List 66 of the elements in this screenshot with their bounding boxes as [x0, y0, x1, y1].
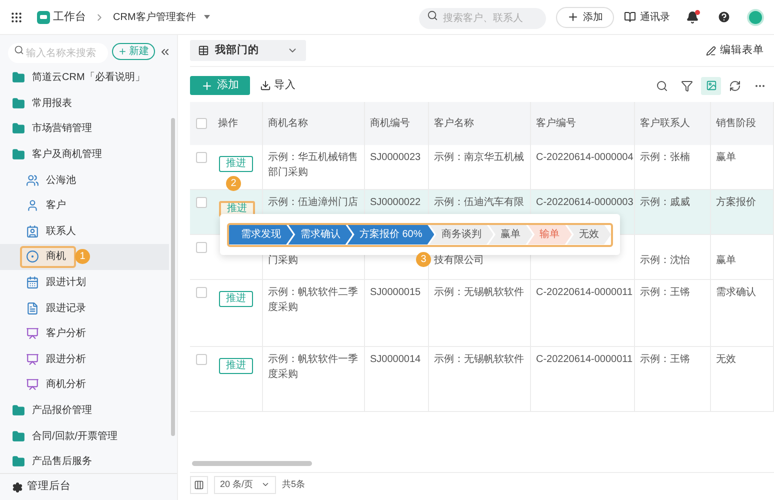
table-cell-text: C-20220614-0000004	[536, 152, 634, 163]
table-cell-text: C-20220614-0000011	[536, 287, 633, 298]
stage-step[interactable]: 需求发现	[229, 224, 294, 244]
sidebar-item[interactable]: 客户	[20, 194, 76, 217]
add-button[interactable]: 添加	[556, 6, 614, 28]
sidebar-item[interactable]: 常用报表	[10, 92, 80, 114]
sidebar-item[interactable]: 简道云CRM「必看说明」	[10, 66, 153, 89]
step-number-badge: 3	[416, 252, 431, 267]
stage-step[interactable]: 赢单	[488, 224, 533, 244]
table-row[interactable]: 推进 示例：帆软软件二季度采购 SJ0000015 示例：无锡帆软软件 C-20220614-0000011 示例：王锵 需求确认	[190, 280, 774, 347]
table-cell-text: 无效	[716, 354, 736, 365]
sidebar-item[interactable]: 跟进计划	[20, 272, 96, 294]
table-cell-text: 赢单	[716, 152, 736, 163]
sidebar-item[interactable]: 商机分析	[20, 374, 96, 396]
import-button[interactable]: 导入	[260, 78, 296, 94]
table-cell-text: 示例：沈怡	[640, 255, 690, 266]
sidebar-item[interactable]: 跟进分析	[20, 348, 96, 370]
menu-search-field[interactable]: 输入名称来搜索	[8, 43, 108, 63]
table-cell-text: C-20220614-0000011	[536, 354, 633, 365]
table-cell-text: 赢单	[716, 255, 736, 266]
table-cell-text: 示例：帆软软件二季度采购	[268, 287, 358, 313]
view-dropdown[interactable]: 我部门的	[190, 40, 306, 61]
table-cell-text: 示例：无锡帆软软件	[434, 354, 524, 365]
contacts-button[interactable]: 通讯录	[624, 10, 670, 24]
table-cell-text: 示例：无锡帆软软件	[434, 287, 524, 298]
table-cell-text: 方案报价	[716, 197, 756, 208]
table-cell-text: SJ0000022	[370, 197, 421, 208]
admin-link[interactable]: 管理后台	[27, 479, 71, 495]
stage-step[interactable]: 需求确认	[288, 224, 352, 244]
table-cell-text: 示例：王锵	[640, 354, 690, 365]
app-title[interactable]: CRM客户管理套件	[113, 10, 196, 24]
sidebar-item[interactable]: 跟进记录	[20, 297, 96, 320]
table-cell-text: 门采购	[268, 255, 298, 266]
edit-form-button[interactable]: 编辑表单	[706, 42, 764, 58]
sidebar-item[interactable]: 公海池	[20, 169, 86, 192]
table-cell-text: SJ0000023	[370, 152, 421, 163]
table-cell-text: 需求确认	[716, 287, 756, 298]
table-cell-text: 示例：帆软软件一季度采购	[268, 354, 358, 380]
stage-step[interactable]: 无效	[566, 224, 611, 244]
sidebar-item[interactable]: 商机	[20, 246, 76, 268]
table-cell-text: SJ0000014	[370, 354, 421, 365]
sidebar-item[interactable]: 产品售后服务	[10, 450, 100, 468]
table-cell-text: 技有限公司	[434, 255, 484, 266]
sidebar-item[interactable]: 客户及商机管理	[10, 144, 110, 166]
step-number-badge: 1	[75, 249, 90, 264]
stage-step[interactable]: 商务谈判	[429, 224, 494, 244]
page-size-dropdown[interactable]: 20 条/页	[214, 476, 276, 494]
sidebar-item[interactable]: 客户分析	[20, 322, 96, 345]
table-cell-text: 示例：伍迪汽车有限	[434, 197, 524, 208]
table-cell-text: 示例：戚威	[640, 197, 690, 208]
stage-step[interactable]: 方案报价 60%	[347, 224, 434, 244]
total-count: 共5条	[282, 478, 306, 491]
sidebar-item[interactable]: 产品报价管理	[10, 400, 100, 422]
sidebar-item[interactable]: 联系人	[20, 220, 86, 242]
workspace-link[interactable]: 工作台	[53, 8, 86, 26]
table-cell-text: C-20220614-0000003	[536, 197, 634, 208]
table-cell-text: SJ0000015	[370, 287, 421, 298]
table-cell-text: 示例：南京华五机械	[434, 152, 524, 163]
table-row[interactable]: 推进 示例：帆软软件一季度采购 SJ0000014 示例：无锡帆软软件 C-20220614-0000011 示例：王锵 无效	[190, 347, 774, 412]
table-cell-text: 示例：华五机械销售部门采购	[268, 152, 358, 178]
table-cell-text: 示例：伍迪漳州门店	[268, 197, 358, 208]
sidebar-item[interactable]: 市场营销管理	[10, 118, 100, 140]
sidebar-item[interactable]: 合同/回款/开票管理	[10, 425, 126, 448]
table-cell-text: 示例：张楠	[640, 152, 690, 163]
table-cell-text: 示例：王锵	[640, 287, 690, 298]
search-field[interactable]: 搜索客户、联系人	[419, 8, 546, 29]
